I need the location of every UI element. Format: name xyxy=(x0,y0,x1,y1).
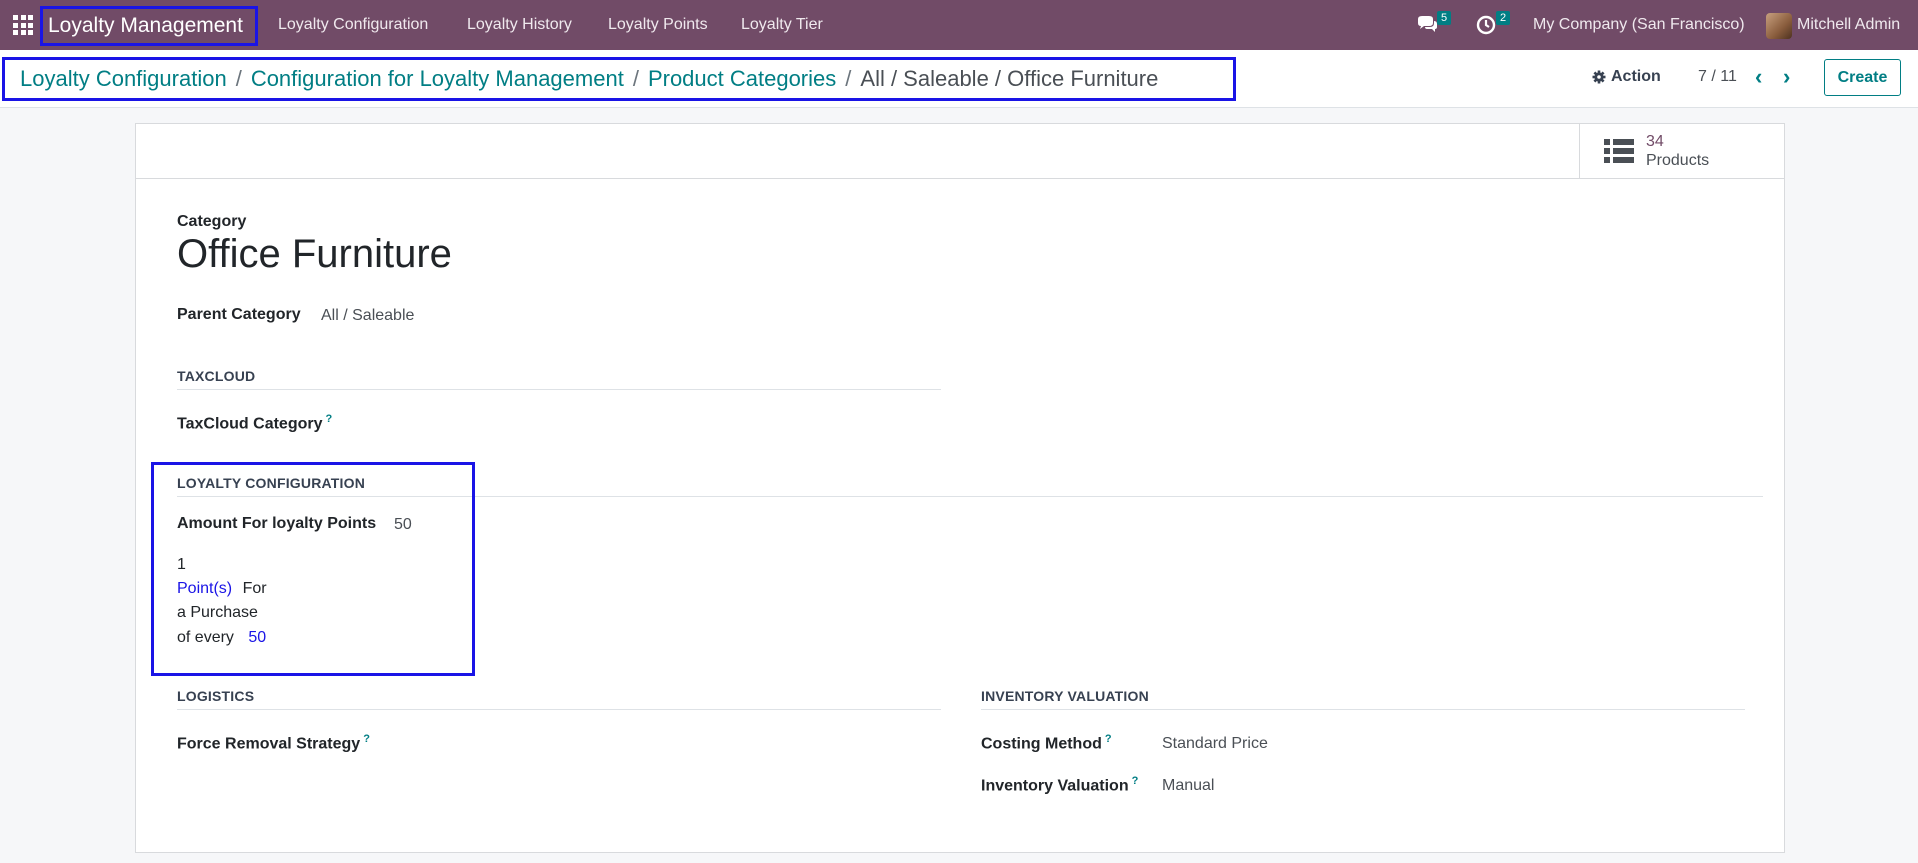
breadcrumb-configuration-for-loyalty[interactable]: Configuration for Loyalty Management xyxy=(251,66,624,92)
products-label: Products xyxy=(1646,152,1710,169)
activities-badge: 2 xyxy=(1496,11,1511,25)
create-button[interactable]: Create xyxy=(1824,59,1901,96)
category-name-field[interactable]: Office Furniture xyxy=(177,232,452,277)
logistics-section-title: LOGISTICS xyxy=(177,688,255,704)
menu-loyalty-tier[interactable]: Loyalty Tier xyxy=(741,0,823,50)
help-tooltip-icon[interactable]: ? xyxy=(1132,775,1139,787)
force-removal-strategy-text: Force Removal Strategy xyxy=(177,735,361,753)
help-tooltip-icon[interactable]: ? xyxy=(1105,733,1112,745)
messages-badge: 5 xyxy=(1437,11,1452,25)
list-icon xyxy=(1604,139,1634,163)
inventory-section-title: INVENTORY VALUATION xyxy=(981,688,1149,704)
breadcrumb-separator: / xyxy=(235,66,242,91)
inventory-valuation-field[interactable]: Manual xyxy=(1162,777,1214,795)
costing-method-field[interactable]: Standard Price xyxy=(1162,735,1268,753)
breadcrumb-current: All / Saleable / Office Furniture xyxy=(860,66,1159,91)
breadcrumb-separator: / xyxy=(632,66,639,91)
pager-next-icon[interactable]: › xyxy=(1783,64,1790,90)
help-tooltip-icon[interactable]: ? xyxy=(326,413,333,425)
breadcrumb-separator: / xyxy=(845,66,852,91)
action-button[interactable]: Action xyxy=(1592,68,1661,86)
top-navbar: Loyalty Management Loyalty Configuration… xyxy=(0,0,1918,50)
menu-loyalty-configuration[interactable]: Loyalty Configuration xyxy=(278,0,428,50)
gear-icon xyxy=(1592,70,1606,84)
force-removal-strategy-label: Force Removal Strategy? xyxy=(177,733,370,753)
taxcloud-category-label: TaxCloud Category? xyxy=(177,413,332,433)
breadcrumb-product-categories[interactable]: Product Categories xyxy=(648,66,836,92)
taxcloud-category-text: TaxCloud Category xyxy=(177,415,323,433)
products-smart-button[interactable]: 34 Products xyxy=(1579,124,1784,179)
parent-category-field[interactable]: All / Saleable xyxy=(321,307,414,325)
costing-method-label: Costing Method? xyxy=(981,733,1112,753)
help-tooltip-icon[interactable]: ? xyxy=(363,733,370,745)
taxcloud-section-title: TAXCLOUD xyxy=(177,368,256,384)
inventory-valuation-label: Inventory Valuation? xyxy=(981,775,1138,795)
menu-loyalty-history[interactable]: Loyalty History xyxy=(467,0,572,50)
user-menu[interactable]: Mitchell Admin xyxy=(1797,0,1900,50)
app-brand[interactable]: Loyalty Management xyxy=(40,6,258,46)
menu-loyalty-points[interactable]: Loyalty Points xyxy=(608,0,708,50)
taxcloud-divider xyxy=(177,389,941,390)
inventory-divider xyxy=(981,709,1745,710)
messages-icon[interactable] xyxy=(1416,0,1438,50)
products-count: 34 xyxy=(1646,133,1664,150)
apps-grid-icon[interactable] xyxy=(13,15,33,35)
breadcrumb: Loyalty Configuration / Configuration fo… xyxy=(2,57,1236,101)
control-panel: Loyalty Configuration / Configuration fo… xyxy=(0,50,1918,108)
costing-method-text: Costing Method xyxy=(981,735,1102,753)
company-switcher[interactable]: My Company (San Francisco) xyxy=(1533,0,1745,50)
inventory-valuation-text: Inventory Valuation xyxy=(981,777,1129,795)
logistics-divider xyxy=(177,709,941,710)
loyalty-configuration-highlight xyxy=(151,462,475,676)
button-box: 34 Products xyxy=(136,124,1784,179)
breadcrumb-loyalty-configuration[interactable]: Loyalty Configuration xyxy=(20,66,227,92)
pager-value[interactable]: 7 / 11 xyxy=(1698,68,1737,86)
activity-clock-icon[interactable] xyxy=(1476,0,1496,50)
pager-previous-icon[interactable]: ‹ xyxy=(1755,64,1762,90)
category-label: Category xyxy=(177,213,247,230)
parent-category-label: Parent Category xyxy=(177,306,301,323)
products-stat: 34 Products xyxy=(1646,132,1709,170)
user-avatar[interactable] xyxy=(1766,13,1792,39)
action-label: Action xyxy=(1611,68,1661,85)
